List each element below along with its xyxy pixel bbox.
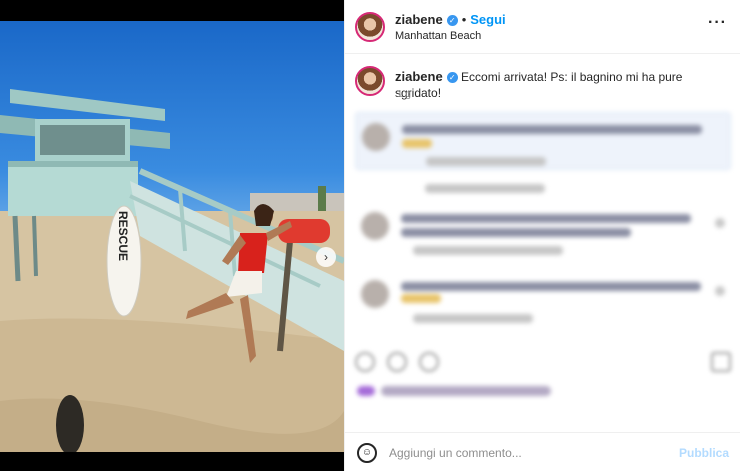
surfboard-text: RESCUE xyxy=(116,211,130,261)
chevron-right-icon: › xyxy=(324,250,328,264)
comment-icon[interactable] xyxy=(387,352,407,372)
carousel-next-button[interactable]: › xyxy=(316,247,336,267)
post-photo[interactable]: RESCUE › xyxy=(0,21,344,452)
follow-button[interactable]: Segui xyxy=(470,12,505,27)
comment-input[interactable] xyxy=(389,443,669,463)
beach-scene: RESCUE xyxy=(0,89,344,452)
username-link[interactable]: ziabene xyxy=(395,12,443,27)
list-item xyxy=(355,208,731,256)
location-link[interactable]: Manhattan Beach xyxy=(395,30,481,42)
caption-timestamp: 1 g xyxy=(397,89,411,100)
post-header: ziabene ✓ • Segui Manhattan Beach ··· xyxy=(345,0,740,54)
header-user-line: ziabene ✓ • Segui xyxy=(395,12,506,27)
like-icon[interactable] xyxy=(355,352,375,372)
caption-avatar[interactable] xyxy=(355,66,385,96)
emoji-icon[interactable]: ☺ xyxy=(357,443,377,463)
list-item xyxy=(355,112,731,170)
add-comment-bar: ☺ Pubblica xyxy=(345,432,740,471)
caption-text: ziabene ✓ Eccomi arrivata! Ps: il bagnino… xyxy=(395,69,731,101)
rescue-surfboard: RESCUE xyxy=(106,205,142,317)
share-icon[interactable] xyxy=(419,352,439,372)
rescue-can xyxy=(278,219,330,243)
more-options-icon[interactable]: ··· xyxy=(708,14,727,32)
post-panel: ziabene ✓ • Segui Manhattan Beach ··· ziabe… xyxy=(344,0,740,471)
save-icon[interactable] xyxy=(711,352,731,372)
avatar[interactable] xyxy=(355,12,385,42)
separator: • xyxy=(461,12,467,27)
publish-button[interactable]: Pubblica xyxy=(679,446,729,460)
likes-summary xyxy=(357,384,557,398)
caption-username[interactable]: ziabene xyxy=(395,69,443,84)
list-item xyxy=(355,278,731,326)
verified-icon: ✓ xyxy=(446,72,458,84)
verified-icon: ✓ xyxy=(446,15,458,27)
post-media: RESCUE › xyxy=(0,0,344,471)
post-actions xyxy=(345,348,740,378)
